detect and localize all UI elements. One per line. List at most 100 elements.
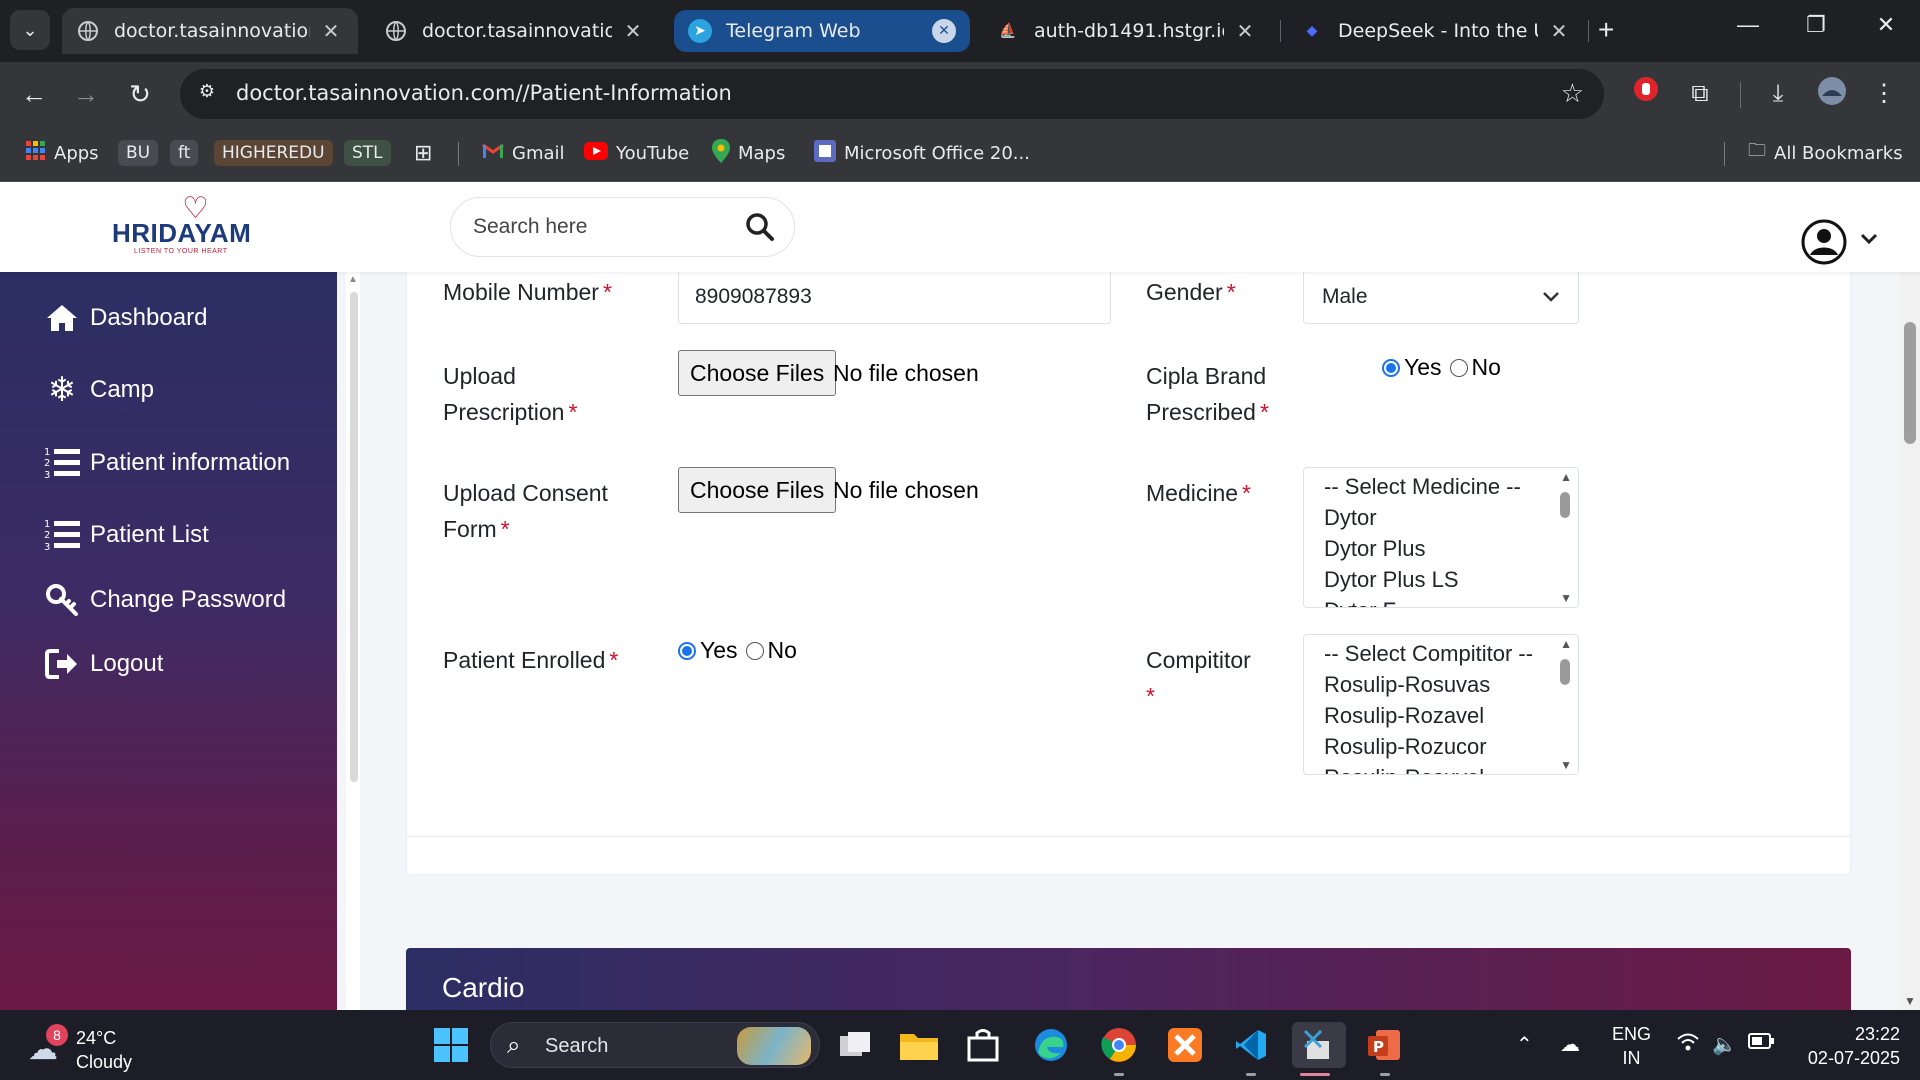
page-scrollbar[interactable]: ▲ ▼: [1900, 182, 1920, 1010]
download-icon[interactable]: ⤓: [1760, 76, 1796, 112]
reload-button[interactable]: ↻: [122, 76, 158, 112]
bookmark-grid[interactable]: ⊞: [414, 136, 440, 170]
tab-doctor-2[interactable]: doctor.tasainnovation.com ✕: [370, 8, 660, 54]
bookmark-maps[interactable]: Maps: [712, 136, 785, 170]
medicine-option[interactable]: Dytor Plus: [1324, 536, 1425, 562]
bookmark-apps[interactable]: Apps: [26, 136, 99, 170]
medicine-option[interactable]: Dytor: [1324, 505, 1377, 531]
address-bar[interactable]: ⚙ doctor.tasainnovation.com//Patient-Inf…: [180, 69, 1604, 119]
tab-deepseek[interactable]: ◆ DeepSeek - Into the Unkn ✕: [1286, 8, 1586, 54]
mobile-number-field[interactable]: [678, 270, 1111, 324]
cipla-brand-yes-radio[interactable]: [1382, 358, 1400, 377]
tab-search-button[interactable]: ⌄: [10, 10, 50, 50]
scroll-up-icon[interactable]: ▲: [1560, 637, 1572, 651]
search-box[interactable]: [450, 197, 795, 257]
gender-select[interactable]: Male: [1303, 270, 1579, 324]
competitor-scrollbar[interactable]: ▲ ▼: [1554, 635, 1578, 774]
bookmark-gmail[interactable]: Gmail: [482, 136, 565, 170]
onedrive-icon[interactable]: ☁: [1560, 1032, 1580, 1057]
bookmark-ft[interactable]: ft: [170, 136, 199, 170]
xampp-icon[interactable]: [1162, 1022, 1208, 1068]
cipla-brand-no-label[interactable]: No: [1472, 354, 1501, 381]
competitor-option[interactable]: Rosulip-Rosuvel: [1324, 765, 1484, 774]
upload-prescription-button[interactable]: Choose Files: [678, 350, 837, 396]
bookmark-youtube[interactable]: YouTube: [584, 136, 689, 170]
forward-button[interactable]: →: [68, 76, 104, 112]
site-info-icon[interactable]: ⚙: [194, 81, 220, 107]
sidebar-item-logout[interactable]: Logout: [44, 646, 163, 682]
cipla-brand-no-radio[interactable]: [1449, 358, 1468, 377]
upload-consent-button[interactable]: Choose Files: [678, 467, 837, 513]
patient-enrolled-no-label[interactable]: No: [768, 637, 797, 664]
start-button[interactable]: [428, 1022, 474, 1068]
language-indicator[interactable]: ENG IN: [1612, 1022, 1651, 1070]
scrollbar-thumb[interactable]: [1560, 492, 1570, 518]
snipping-tool-icon[interactable]: [1292, 1022, 1346, 1076]
all-bookmarks[interactable]: 🗀 All Bookmarks: [1748, 136, 1903, 170]
tab-doctor-1[interactable]: doctor.tasainnovation.com ✕: [62, 8, 358, 54]
weather-widget[interactable]: ☁ 8 24°C Cloudy: [28, 1018, 158, 1072]
restore-button[interactable]: ❐: [1796, 12, 1836, 38]
chevron-down-icon[interactable]: [1860, 228, 1878, 251]
extensions-puzzle-icon[interactable]: ⧉: [1682, 76, 1718, 112]
task-view-icon[interactable]: [832, 1022, 878, 1068]
bookmark-higheredu[interactable]: HIGHEREDU: [214, 136, 333, 170]
scroll-down-icon[interactable]: ▼: [1560, 758, 1572, 772]
sidebar-item-patient-information[interactable]: 123 Patient information: [44, 445, 290, 481]
extension-red-icon[interactable]: [1628, 76, 1664, 112]
scrollbar-thumb[interactable]: [350, 292, 358, 782]
kebab-menu-icon[interactable]: ⋮: [1866, 76, 1902, 112]
volume-icon[interactable]: 🔈: [1712, 1032, 1737, 1057]
user-menu[interactable]: [1800, 218, 1880, 268]
wifi-icon[interactable]: [1676, 1032, 1700, 1058]
hridayam-logo[interactable]: ♡ HRIDAYAM LISTEN TO YOUR HEART: [110, 194, 260, 260]
competitor-option[interactable]: Rosulip-Rozucor: [1324, 734, 1487, 760]
medicine-option[interactable]: -- Select Medicine --: [1324, 474, 1521, 500]
taskbar-search[interactable]: ⌕ Search: [490, 1022, 820, 1068]
scrollbar-thumb[interactable]: [1560, 659, 1570, 685]
chevron-up-icon[interactable]: ⌃: [1516, 1032, 1533, 1057]
new-tab-button[interactable]: +: [1598, 14, 1614, 46]
competitor-listbox[interactable]: -- Select Compititor -- Rosulip-Rosuvas …: [1303, 634, 1579, 775]
sidebar-item-camp[interactable]: ❄ Camp: [44, 371, 154, 409]
scrollbar-thumb[interactable]: [1904, 322, 1916, 444]
bookmark-star-icon[interactable]: ☆: [1561, 78, 1584, 109]
competitor-option[interactable]: Rosulip-Rozavel: [1324, 703, 1484, 729]
url-text[interactable]: doctor.tasainnovation.com//Patient-Infor…: [236, 81, 732, 105]
close-icon[interactable]: ✕: [932, 19, 956, 43]
minimize-button[interactable]: —: [1728, 12, 1768, 38]
close-icon[interactable]: ✕: [1232, 19, 1258, 43]
sidebar-scrollbar[interactable]: ▲: [346, 272, 360, 1010]
store-icon[interactable]: [960, 1022, 1006, 1068]
battery-icon[interactable]: [1748, 1032, 1774, 1055]
chrome-icon[interactable]: [1096, 1022, 1142, 1076]
sidebar-item-patient-list[interactable]: 123 Patient List: [44, 517, 209, 553]
medicine-option[interactable]: Dytor Plus LS: [1324, 567, 1459, 593]
vscode-icon[interactable]: [1228, 1022, 1274, 1076]
patient-enrolled-yes-radio[interactable]: [678, 641, 696, 660]
patient-enrolled-yes-label[interactable]: Yes: [700, 637, 738, 664]
medicine-scrollbar[interactable]: ▲ ▼: [1554, 468, 1578, 607]
bookmark-office[interactable]: Microsoft Office 20...: [814, 136, 1030, 170]
file-explorer-icon[interactable]: [896, 1022, 942, 1068]
medicine-listbox[interactable]: -- Select Medicine -- Dytor Dytor Plus D…: [1303, 467, 1579, 608]
competitor-option[interactable]: Rosulip-Rosuvas: [1324, 672, 1490, 698]
medicine-option[interactable]: Dytor F: [1324, 598, 1396, 607]
bookmark-bu[interactable]: BU: [118, 136, 159, 170]
back-button[interactable]: ←: [16, 76, 52, 112]
window-close-button[interactable]: ✕: [1866, 12, 1906, 38]
close-icon[interactable]: ✕: [1546, 19, 1572, 43]
edge-icon[interactable]: [1028, 1022, 1074, 1068]
powerpoint-icon[interactable]: P: [1362, 1022, 1408, 1076]
sidebar-item-change-password[interactable]: Change Password: [44, 582, 286, 618]
scroll-down-icon[interactable]: ▼: [1560, 591, 1572, 605]
bookmark-stl[interactable]: STL: [344, 136, 391, 170]
scroll-up-icon[interactable]: ▲: [1560, 470, 1572, 484]
profile-avatar[interactable]: [1814, 76, 1850, 112]
system-clock[interactable]: 23:22 02-07-2025: [1790, 1022, 1900, 1070]
search-icon[interactable]: [744, 211, 776, 243]
scroll-down-icon[interactable]: ▼: [1904, 994, 1916, 1008]
search-input[interactable]: [473, 212, 733, 242]
patient-enrolled-no-radio[interactable]: [745, 641, 764, 660]
tab-telegram[interactable]: ➤ Telegram Web ✕: [674, 10, 970, 52]
